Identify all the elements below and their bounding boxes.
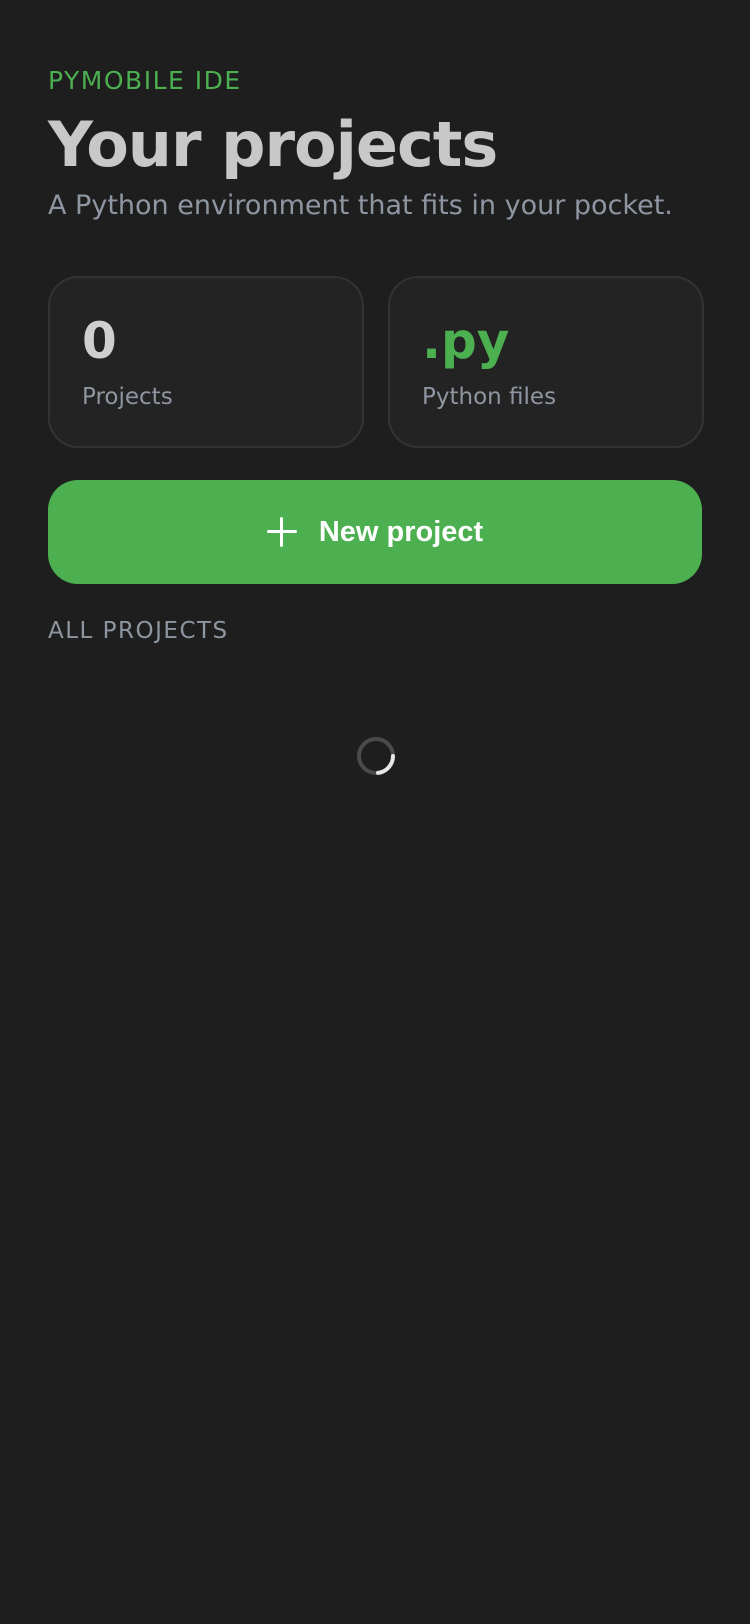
page-title: Your projects (48, 108, 498, 181)
plus-icon (266, 517, 297, 547)
app-name: PYMOBILE IDE (48, 66, 242, 95)
stat-label-python-files: Python files (422, 384, 557, 410)
stat-label-projects: Projects (82, 384, 173, 410)
section-label-all-projects: ALL PROJECTS (48, 618, 229, 644)
loading-spinner-icon (357, 737, 396, 775)
page-subtitle: A Python environment that fits in your p… (48, 190, 673, 221)
stat-value-python-files: .py (422, 312, 510, 370)
new-project-label: New project (318, 515, 484, 548)
stat-card-projects: 0 Projects (48, 276, 364, 448)
stat-card-python-files: .py Python files (388, 276, 704, 448)
new-project-button[interactable]: New project (48, 480, 702, 584)
projects-screen: PYMOBILE IDE Your projects A Python envi… (48, 0, 704, 1624)
stat-value-projects: 0 (82, 312, 117, 370)
